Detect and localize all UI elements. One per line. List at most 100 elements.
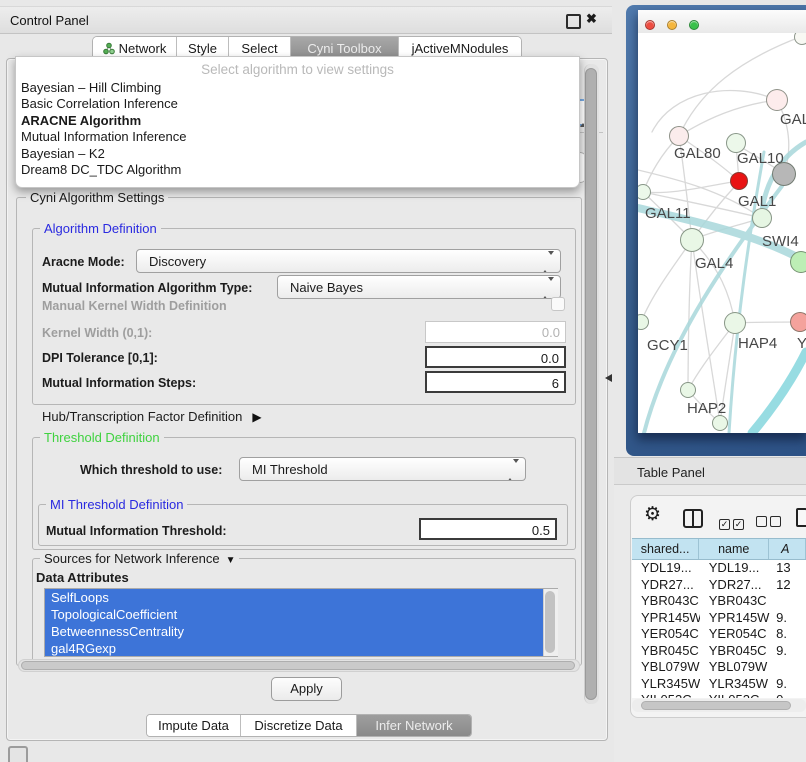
mi-steps-field[interactable]: 6 — [425, 371, 566, 393]
tab-label: Cyni Toolbox — [307, 41, 381, 56]
float-window-icon[interactable] — [566, 14, 581, 29]
table-cell: YLR345W — [700, 676, 770, 693]
which-threshold-select[interactable]: MI Threshold — [239, 457, 526, 481]
combo-stepper-icon — [542, 255, 554, 270]
network-view-window[interactable]: GALGAL80GAL10GAL1GAL11SWI4GAL4GCY1HAP4YH… — [638, 10, 806, 433]
network-node-hap4[interactable] — [724, 312, 746, 334]
close-traffic-light-icon[interactable] — [645, 20, 655, 30]
kernel-width-field[interactable]: 0.0 — [425, 321, 566, 343]
gear-icon[interactable]: ⚙ — [644, 503, 661, 525]
deselect-all-checkboxes-icon[interactable] — [756, 514, 784, 532]
close-icon[interactable]: ✖ — [586, 11, 597, 27]
dpi-tolerance-label: DPI Tolerance [0,1]: — [42, 351, 158, 365]
network-node-y[interactable] — [790, 312, 806, 332]
network-node[interactable] — [772, 162, 796, 186]
table-cell: YER054C — [632, 626, 700, 643]
algorithm-option-bayesian-hill-climbing[interactable]: Bayesian – Hill Climbing — [16, 80, 579, 96]
network-node-gal[interactable] — [766, 89, 788, 111]
manual-kernel-width-checkbox[interactable] — [551, 297, 565, 311]
tab-label: Style — [188, 41, 217, 56]
hub-definition-expander[interactable]: Hub/Transcription Factor Definition▶ — [42, 409, 262, 424]
network-node-gal4[interactable] — [680, 228, 704, 252]
column-header-a[interactable]: A — [769, 539, 806, 559]
table-row[interactable]: YBR043CYBR043C — [632, 593, 806, 610]
network-node[interactable] — [752, 208, 772, 228]
table-cell: 0. — [770, 692, 806, 698]
column-header-name[interactable]: name — [699, 539, 769, 559]
tab-infer-network[interactable]: Infer Network — [357, 715, 471, 736]
table-cell: YBR045C — [632, 643, 700, 660]
network-canvas[interactable]: GALGAL80GAL10GAL1GAL11SWI4GAL4GCY1HAP4YH… — [638, 33, 806, 433]
apply-button[interactable]: Apply — [271, 677, 342, 701]
expander-expanded-icon[interactable]: ▼ — [226, 555, 236, 566]
network-node-label: SWI4 — [762, 233, 799, 250]
attribute-item-selfloops[interactable]: SelfLoops — [45, 589, 557, 606]
table-cell: 8. — [770, 626, 806, 643]
table-cell: 13 — [770, 560, 806, 577]
attribute-item-betweennesscentrality[interactable]: BetweennessCentrality — [45, 623, 557, 640]
cyni-bottom-tabs: Impute DataDiscretize DataInfer Network — [146, 714, 472, 737]
tab-label: jActiveMNodules — [412, 41, 509, 56]
tab-impute-data[interactable]: Impute Data — [147, 715, 241, 736]
dropdown-placeholder: Select algorithm to view settings — [16, 62, 579, 77]
network-node-label: GAL11 — [645, 205, 691, 222]
table-panel-title: Table Panel — [637, 465, 705, 480]
algorithm-option-aracne-algorithm[interactable]: ARACNE Algorithm — [16, 113, 579, 129]
column-header-shared[interactable]: shared... — [632, 539, 699, 559]
network-tab-icon — [103, 42, 115, 55]
aracne-mode-select[interactable]: Discovery — [136, 249, 561, 273]
settings-hscrollbar-thumb[interactable] — [21, 661, 575, 670]
attribute-item-topologicalcoefficient[interactable]: TopologicalCoefficient — [45, 606, 557, 623]
attribute-item-gal4rgexp[interactable]: gal4RGexp — [45, 640, 557, 657]
select-all-checkboxes-icon[interactable]: ✓✓ — [719, 514, 747, 532]
table-cell: YBR043C — [700, 593, 770, 610]
network-window-titlebar — [638, 10, 806, 34]
network-node[interactable] — [790, 251, 806, 273]
table-cell — [770, 659, 806, 676]
network-node-label: GAL80 — [674, 145, 721, 162]
algorithm-option-bayesian-k2[interactable]: Bayesian – K2 — [16, 146, 579, 162]
settings-scrollbar-thumb[interactable] — [585, 68, 597, 700]
table-cell: YBL079W — [632, 659, 700, 676]
export-table-icon[interactable] — [796, 508, 806, 527]
network-node-gal80[interactable] — [669, 126, 689, 146]
table-row[interactable]: YER054CYER054C8. — [632, 626, 806, 643]
algorithm-option-mutual-information-inference[interactable]: Mutual Information Inference — [16, 129, 579, 145]
zoom-traffic-light-icon[interactable] — [689, 20, 699, 30]
table-row[interactable]: YLR345WYLR345W9. — [632, 676, 806, 693]
collapsed-panel-icon[interactable] — [8, 746, 28, 762]
tab-discretize-data[interactable]: Discretize Data — [241, 715, 357, 736]
algorithm-option-basic-correlation-inference[interactable]: Basic Correlation Inference — [16, 96, 579, 112]
column-layout-icon[interactable] — [683, 509, 703, 528]
mi-algorithm-type-value: Naive Bayes — [290, 280, 363, 295]
network-node[interactable] — [712, 415, 728, 431]
screen: Control Panel ✖ NetworkStyleSelectCyni T… — [0, 0, 806, 762]
table-cell: YDL19... — [632, 560, 700, 577]
dpi-tolerance-field[interactable]: 0.0 — [425, 346, 566, 368]
table-row[interactable]: YDR27...YDR27...12 — [632, 577, 806, 594]
table-row[interactable]: YBL079WYBL079W — [632, 659, 806, 676]
minimize-traffic-light-icon[interactable] — [667, 20, 677, 30]
mi-threshold-field[interactable]: 0.5 — [419, 518, 557, 540]
table-row[interactable]: YPR145WYPR145W9. — [632, 610, 806, 627]
table-cell: 9. — [770, 676, 806, 693]
aracne-mode-value: Discovery — [149, 254, 206, 269]
group-title: Cyni Algorithm Settings — [26, 190, 168, 205]
network-node-gal1[interactable] — [730, 172, 748, 190]
network-node-hap2[interactable] — [680, 382, 696, 398]
table-hscrollbar-thumb[interactable] — [641, 701, 791, 710]
table-row[interactable]: YBR045CYBR045C9. — [632, 643, 806, 660]
expander-collapsed-icon[interactable]: ▶ — [252, 410, 261, 424]
algorithm-option-dream8-dc-tdc-algorithm[interactable]: Dream8 DC_TDC Algorithm — [16, 162, 579, 178]
data-attributes-list[interactable]: SelfLoopsTopologicalCoefficientBetweenne… — [44, 588, 558, 657]
mi-algorithm-type-select[interactable]: Naive Bayes — [277, 275, 561, 299]
which-threshold-label: Which threshold to use: — [80, 463, 222, 477]
which-threshold-value: MI Threshold — [252, 462, 328, 477]
attributes-scrollbar-thumb[interactable] — [545, 591, 555, 653]
table-cell: YBL079W — [700, 659, 770, 676]
sources-group-title[interactable]: Sources for Network Inference ▼ — [40, 551, 239, 566]
mi-algorithm-type-label: Mutual Information Algorithm Type: — [42, 281, 252, 295]
table-row[interactable]: YIL052CYIL052C0. — [632, 692, 806, 698]
sources-title-label: Sources for Network Inference — [44, 551, 220, 566]
table-row[interactable]: YDL19...YDL19...13 — [632, 560, 806, 577]
